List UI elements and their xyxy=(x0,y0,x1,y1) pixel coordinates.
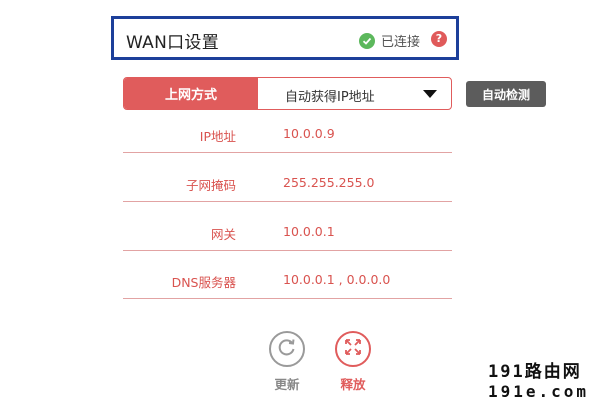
auto-detect-button[interactable]: 自动检测 xyxy=(466,81,546,107)
dns-value: 10.0.0.1 , 0.0.0.0 xyxy=(283,272,391,287)
connection-status: 已连接 xyxy=(358,31,420,50)
field-row-gateway: 网关 10.0.0.1 xyxy=(123,220,452,251)
field-row-netmask: 子网掩码 255.255.255.0 xyxy=(123,171,452,202)
ip-value: 10.0.0.9 xyxy=(283,126,335,141)
ip-label: IP地址 xyxy=(199,129,236,144)
check-circle-icon xyxy=(358,32,375,49)
wan-settings-page: WAN口设置 已连接 ? 上网方式 自动获得IP地址 自动检测 IP地址 10.… xyxy=(0,0,600,406)
field-row-dns: DNS服务器 10.0.0.1 , 0.0.0.0 xyxy=(123,268,452,299)
page-title: WAN口设置 xyxy=(126,33,220,53)
wan-header: WAN口设置 已连接 ? xyxy=(111,16,459,60)
release-button[interactable] xyxy=(335,331,371,367)
netmask-label: 子网掩码 xyxy=(185,178,236,193)
connection-type-label: 上网方式 xyxy=(124,78,258,109)
connection-type-select[interactable]: 上网方式 自动获得IP地址 xyxy=(123,77,452,110)
help-icon[interactable]: ? xyxy=(431,31,447,47)
watermark: 191路由网 191e.com xyxy=(488,362,598,402)
watermark-line2: 191e.com xyxy=(488,382,590,401)
chevron-down-icon[interactable] xyxy=(423,90,437,98)
refresh-label: 更新 xyxy=(274,377,300,392)
netmask-value: 255.255.255.0 xyxy=(283,175,375,190)
status-text: 已连接 xyxy=(380,35,420,50)
refresh-icon xyxy=(277,337,297,361)
gateway-label: 网关 xyxy=(210,227,236,242)
field-row-ip: IP地址 10.0.0.9 xyxy=(123,122,452,153)
release-arrows-icon xyxy=(343,337,363,361)
refresh-button[interactable] xyxy=(269,331,305,367)
connection-type-value[interactable]: 自动获得IP地址 xyxy=(285,86,375,105)
release-label: 释放 xyxy=(340,377,366,392)
dns-label: DNS服务器 xyxy=(171,275,236,290)
gateway-value: 10.0.0.1 xyxy=(283,224,335,239)
watermark-line1: 191路由网 xyxy=(488,362,582,382)
